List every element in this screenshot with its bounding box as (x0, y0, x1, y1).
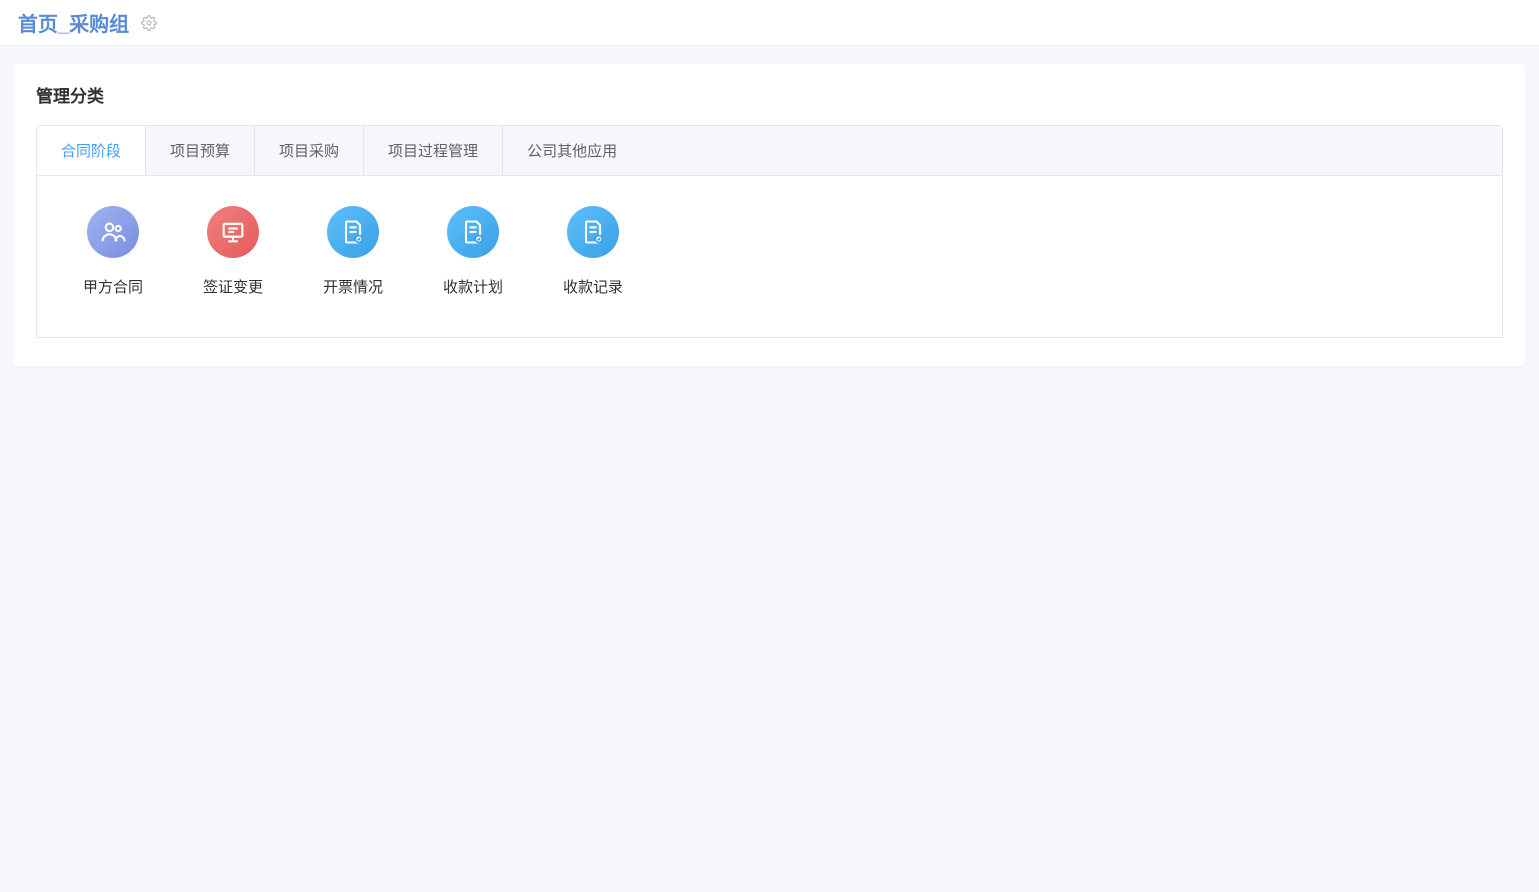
tab-company-other[interactable]: 公司其他应用 (503, 126, 641, 175)
app-label: 开票情况 (323, 276, 383, 297)
gear-icon[interactable] (141, 15, 157, 31)
people-icon (87, 206, 139, 258)
tab-project-process[interactable]: 项目过程管理 (364, 126, 503, 175)
app-label: 收款计划 (443, 276, 503, 297)
app-label: 甲方合同 (83, 276, 143, 297)
app-collection-plan[interactable]: 收款计划 (437, 206, 509, 297)
tab-project-budget[interactable]: 项目预算 (146, 126, 255, 175)
app-label: 签证变更 (203, 276, 263, 297)
tabs-bar: 合同阶段 项目预算 项目采购 项目过程管理 公司其他应用 (36, 125, 1503, 176)
app-invoice-status[interactable]: 开票情况 (317, 206, 389, 297)
app-party-a-contract[interactable]: 甲方合同 (77, 206, 149, 297)
tab-contract-stage[interactable]: 合同阶段 (37, 126, 146, 176)
panel-title: 管理分类 (36, 82, 1503, 107)
app-label: 收款记录 (563, 276, 623, 297)
content-area: 管理分类 合同阶段 项目预算 项目采购 项目过程管理 公司其他应用 甲方合同 (0, 46, 1539, 384)
tab-project-procurement[interactable]: 项目采购 (255, 126, 364, 175)
document-badge-icon (447, 206, 499, 258)
management-panel: 管理分类 合同阶段 项目预算 项目采购 项目过程管理 公司其他应用 甲方合同 (14, 64, 1525, 366)
page-header: 首页_采购组 (0, 0, 1539, 46)
app-visa-change[interactable]: 签证变更 (197, 206, 269, 297)
presentation-icon (207, 206, 259, 258)
document-badge-icon (567, 206, 619, 258)
app-collection-record[interactable]: 收款记录 (557, 206, 629, 297)
tab-content: 甲方合同 签证变更 (36, 176, 1503, 338)
page-title: 首页_采购组 (18, 8, 129, 37)
document-badge-icon (327, 206, 379, 258)
